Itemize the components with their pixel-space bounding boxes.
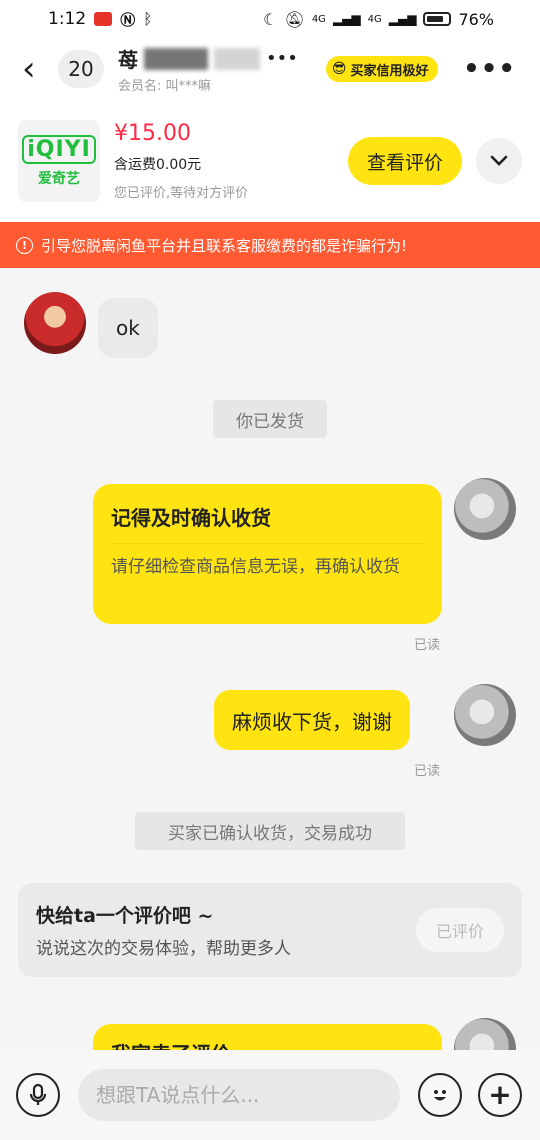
message-bubble-thanks[interactable]: 麻烦收下货，谢谢 (214, 690, 410, 750)
contact-name: 苺 (118, 48, 138, 72)
reviewed-button[interactable]: 已评价 (416, 908, 504, 952)
battery-percent: 76% (458, 9, 494, 29)
product-price: ¥15.00 (114, 121, 191, 146)
review-prompt-title: 快给ta一个评价吧 ~ (36, 905, 214, 927)
message-input[interactable] (78, 1069, 400, 1121)
chevron-down-icon[interactable] (476, 138, 522, 184)
name-redaction-2 (214, 47, 260, 70)
system-text: 买家已确认收货，交易成功 (168, 823, 372, 844)
emoji-icon[interactable] (418, 1073, 462, 1117)
name-redaction (144, 47, 208, 70)
partial-review-card[interactable]: 我家卖了评价 (93, 1024, 442, 1050)
unread-count-badge[interactable]: 20 (58, 50, 104, 88)
bluetooth-icon: ᛒ (143, 10, 153, 28)
product-info: ¥15.00 含运费0.00元 您已评价,等待对方评价 (114, 121, 248, 201)
plus-icon[interactable]: + (478, 1073, 522, 1117)
network-4g-1: 4G (311, 13, 326, 25)
confirm-receipt-card[interactable]: 记得及时确认收货 请仔细检查商品信息无误，再确认收货 (93, 484, 442, 624)
input-bar: + (0, 1050, 540, 1140)
read-status: 已读 (414, 638, 441, 653)
network-4g-2: 4G (367, 13, 382, 25)
system-message-confirmed: 买家已确认收货，交易成功 (135, 812, 405, 850)
iqiyi-logo-text: 爱奇艺 (38, 170, 80, 187)
card-title: 我家卖了评价 (111, 1038, 424, 1050)
warning-text: 引导您脱离闲鱼平台并且联系客服缴费的都是诈骗行为! (41, 236, 408, 255)
self-avatar[interactable] (454, 1018, 516, 1050)
member-name: 会员名: 叫***嘛 (118, 79, 212, 94)
message-bubble-ok[interactable]: ok (98, 298, 158, 358)
more-options-icon[interactable]: ••• (463, 54, 516, 84)
status-bar: 1:12 Ⓝ ᛒ ☾ 🔕︎ 4G ▂▄▆ 4G ▂▄▆ 76% (0, 0, 540, 38)
read-status: 已读 (414, 764, 441, 779)
card-body: 请仔细检查商品信息无误，再确认收货 (111, 557, 400, 577)
signal-icon-1: ▂▄▆ (332, 12, 361, 26)
system-text: 你已发货 (236, 411, 304, 432)
status-time: 1:12 (48, 9, 87, 29)
warning-icon: ! (16, 236, 33, 254)
view-review-button[interactable]: 查看评价 (348, 137, 462, 185)
review-prompt-card[interactable]: 快给ta一个评价吧 ~ 说说这次的交易体验，帮助更多人 已评价 (18, 883, 522, 977)
buyer-badge-label: 买家信用极好 (350, 63, 429, 79)
signal-icon-2: ▂▄▆ (388, 12, 417, 26)
battery-icon (423, 12, 452, 26)
shipping-info: 含运费0.00元 (114, 157, 202, 173)
fraud-warning-banner: ! 引导您脱离闲鱼平台并且联系客服缴费的都是诈骗行为! (0, 222, 540, 268)
smile-icon: 😎 (331, 61, 347, 77)
iqiyi-logo: iQIYI (22, 134, 96, 164)
buyer-credit-badge: 😎 买家信用极好 (325, 56, 439, 82)
nfc-icon: Ⓝ (120, 10, 136, 29)
card-title: 记得及时确认收货 (111, 506, 271, 530)
product-thumbnail[interactable]: iQIYI 爱奇艺 (18, 120, 100, 202)
contact-avatar[interactable] (24, 292, 86, 354)
system-message-shipped: 你已发货 (213, 400, 327, 438)
self-avatar[interactable] (454, 684, 516, 746)
app-notification-icon (94, 12, 113, 26)
message-text: 麻烦收下货，谢谢 (232, 709, 392, 734)
product-bar: iQIYI 爱奇艺 ¥15.00 含运费0.00元 您已评价,等待对方评价 查看… (0, 100, 540, 222)
back-icon[interactable]: ‹ (22, 52, 52, 86)
chat-header: ‹ 20 苺 ••• 会员名: 叫***嘛 😎 买家信用极好 ••• (0, 38, 540, 100)
review-prompt-text: 快给ta一个评价吧 ~ 说说这次的交易体验，帮助更多人 (36, 901, 291, 959)
mic-icon[interactable] (16, 1073, 60, 1117)
message-text: ok (116, 316, 140, 340)
name-ellipsis: ••• (266, 48, 298, 69)
review-status: 您已评价,等待对方评价 (114, 186, 249, 201)
chat-area[interactable]: ok 你已发货 记得及时确认收货 请仔细检查商品信息无误，再确认收货 已读 麻烦… (0, 268, 540, 1050)
review-prompt-subtitle: 说说这次的交易体验，帮助更多人 (36, 939, 291, 959)
mute-icon: 🔕︎ (284, 9, 305, 29)
self-avatar[interactable] (454, 478, 516, 540)
card-divider (111, 543, 424, 544)
contact-info: 苺 ••• 会员名: 叫***嘛 (118, 44, 298, 94)
moon-icon: ☾ (263, 9, 278, 29)
